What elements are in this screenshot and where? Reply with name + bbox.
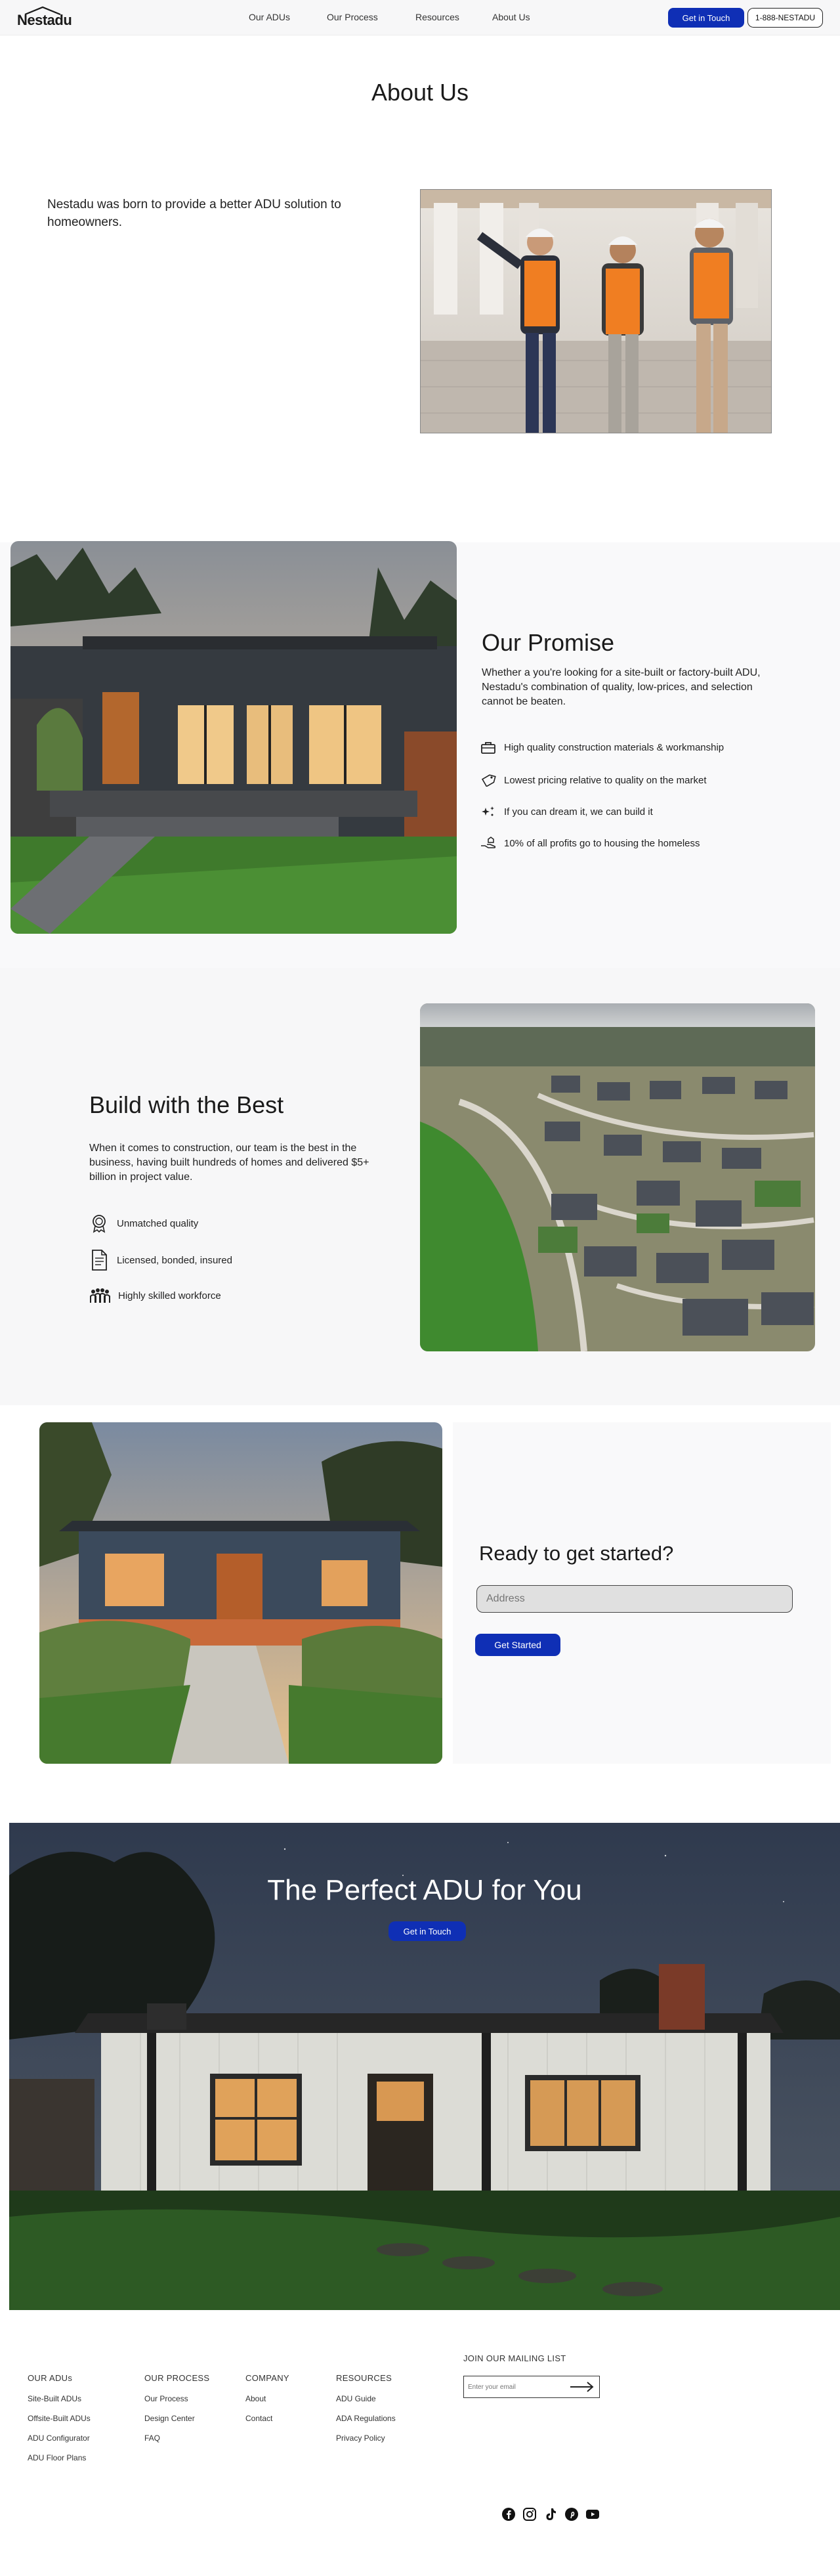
phone-button[interactable]: 1-888-NESTADU — [747, 8, 823, 28]
hero-get-in-touch-button[interactable]: Get in Touch — [388, 1921, 466, 1941]
promise-feature-text: Lowest pricing relative to quality on th… — [504, 774, 707, 786]
footer-link-about[interactable]: About — [245, 2394, 266, 2403]
facebook-icon[interactable] — [501, 2507, 516, 2521]
promise-feature-text: 10% of all profits go to housing the hom… — [504, 837, 700, 849]
address-input[interactable] — [476, 1585, 793, 1613]
footer-link-offsite-built[interactable]: Offsite-Built ADUs — [28, 2414, 91, 2423]
mailing-list-heading: JOIN OUR MAILING LIST — [463, 2353, 566, 2363]
footer-link-privacy-policy[interactable]: Privacy Policy — [336, 2434, 385, 2443]
promise-feature-4: 10% of all profits go to housing the hom… — [480, 837, 700, 850]
nav-our-adus[interactable]: Our ADUs — [249, 12, 290, 22]
helping-hand-icon — [481, 837, 496, 848]
promise-body: Whether a you're looking for a site-buil… — [482, 667, 761, 707]
price-tag-icon — [481, 774, 496, 787]
modern-adu-photo — [10, 541, 457, 934]
pinterest-icon[interactable] — [564, 2507, 579, 2521]
footer-link-configurator[interactable]: ADU Configurator — [28, 2434, 90, 2443]
footer-heading-process: OUR PROCESS — [144, 2373, 210, 2383]
toolbox-icon — [481, 742, 495, 754]
footer-link-contact[interactable]: Contact — [245, 2414, 272, 2423]
footer-heading-adus: OUR ADUs — [28, 2373, 73, 2383]
promise-feature-2: Lowest pricing relative to quality on th… — [480, 774, 707, 787]
email-input[interactable] — [468, 2380, 566, 2393]
logo[interactable]: Nestadu — [17, 12, 72, 29]
footer-heading-resources: RESOURCES — [336, 2373, 392, 2383]
build-feature-text: Unmatched quality — [117, 1217, 199, 1229]
get-started-button[interactable]: Get Started — [475, 1634, 560, 1656]
promise-feature-text: If you can dream it, we can build it — [504, 806, 653, 818]
sparkle-icon — [482, 806, 494, 816]
youtube-icon[interactable] — [585, 2507, 600, 2521]
hero-title: The Perfect ADU for You — [267, 1874, 582, 1906]
nav-resources[interactable]: Resources — [415, 12, 459, 22]
workforce-icon — [90, 1288, 110, 1303]
build-body: When it comes to construction, our team … — [89, 1143, 369, 1183]
email-signup-box — [463, 2376, 600, 2398]
build-feature-2: Licensed, bonded, insured — [89, 1249, 232, 1271]
footer-link-faq[interactable]: FAQ — [144, 2434, 160, 2443]
build-feature-text: Licensed, bonded, insured — [117, 1254, 232, 1266]
promise-feature-text: High quality construction materials & wo… — [504, 741, 724, 753]
document-icon — [92, 1250, 107, 1271]
promise-feature-3: If you can dream it, we can build it — [480, 805, 653, 818]
get-in-touch-button[interactable]: Get in Touch — [668, 8, 744, 28]
footer-link-adu-guide[interactable]: ADU Guide — [336, 2394, 376, 2403]
about-intro: Nestadu was born to provide a better ADU… — [47, 198, 341, 229]
footer-link-design-center[interactable]: Design Center — [144, 2414, 195, 2423]
site-header: Nestadu Our ADUs Our Process Resources A… — [0, 0, 840, 35]
craftsman-adu-photo — [39, 1422, 442, 1764]
page-title: About Us — [371, 79, 469, 106]
arrow-right-icon[interactable] — [569, 2380, 595, 2393]
nav-our-process[interactable]: Our Process — [327, 12, 378, 22]
promise-title: Our Promise — [482, 629, 615, 656]
build-feature-1: Unmatched quality — [89, 1213, 198, 1233]
build-feature-text: Highly skilled workforce — [118, 1290, 221, 1301]
promise-feature-1: High quality construction materials & wo… — [480, 741, 724, 754]
build-title: Build with the Best — [89, 1091, 284, 1118]
award-badge-icon — [93, 1215, 106, 1233]
instagram-icon[interactable] — [522, 2507, 537, 2521]
team-photo — [420, 189, 772, 433]
nav-about-us[interactable]: About Us — [492, 12, 530, 22]
footer-link-ada-regulations[interactable]: ADA Regulations — [336, 2414, 396, 2423]
started-title: Ready to get started? — [479, 1542, 674, 1565]
footer-heading-company: COMPANY — [245, 2373, 289, 2383]
build-feature-3: Highly skilled workforce — [89, 1287, 221, 1304]
footer-link-site-built[interactable]: Site-Built ADUs — [28, 2394, 81, 2403]
footer-link-our-process[interactable]: Our Process — [144, 2394, 188, 2403]
neighborhood-aerial-photo — [420, 1003, 815, 1351]
tiktok-icon[interactable] — [543, 2507, 558, 2521]
footer-link-floor-plans[interactable]: ADU Floor Plans — [28, 2453, 86, 2462]
